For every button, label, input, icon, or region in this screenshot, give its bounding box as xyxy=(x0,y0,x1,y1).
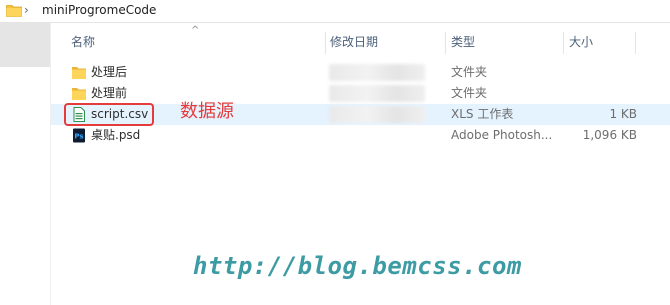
column-divider[interactable] xyxy=(635,32,636,54)
column-header-name[interactable]: 名称 xyxy=(71,30,95,54)
folder-icon xyxy=(72,88,86,100)
file-row[interactable]: 处理前 文件夹 xyxy=(51,83,670,104)
svg-text:Ps: Ps xyxy=(74,133,83,141)
annotation-label: 数据源 xyxy=(180,101,234,122)
navigation-pane-selected-item[interactable] xyxy=(0,23,50,67)
file-name: 桌贴.psd xyxy=(91,128,141,142)
file-name: 处理后 xyxy=(91,65,128,79)
file-size: 1,096 KB xyxy=(582,128,637,142)
sort-ascending-icon: ^ xyxy=(191,25,200,36)
address-bar[interactable]: › miniProgromeCode xyxy=(0,0,670,23)
folder-icon xyxy=(72,67,86,79)
folder-icon xyxy=(6,5,22,17)
column-divider[interactable] xyxy=(445,32,446,54)
column-header-size[interactable]: 大小 xyxy=(569,30,593,54)
watermark: http://blog.bemcss.com xyxy=(193,252,522,280)
file-type: 文件夹 xyxy=(451,86,488,100)
column-divider[interactable] xyxy=(563,32,564,54)
modified-date-blurred xyxy=(329,85,425,102)
breadcrumb-separator: › xyxy=(24,3,29,17)
file-size: 1 KB xyxy=(609,107,637,121)
modified-date-blurred xyxy=(329,64,425,81)
file-row[interactable]: Ps 桌贴.psd Adobe Photosh... 1,096 KB xyxy=(51,125,670,146)
file-type: 文件夹 xyxy=(451,65,488,79)
column-header-row: ^ 名称 修改日期 类型 大小 xyxy=(51,25,670,54)
column-divider[interactable] xyxy=(325,32,326,54)
file-explorer-window: › miniProgromeCode ^ 名称 修改日期 类型 大小 处理后 文… xyxy=(0,0,670,305)
breadcrumb-path[interactable]: miniProgromeCode xyxy=(42,3,156,17)
file-type: Adobe Photosh... xyxy=(451,128,553,142)
column-header-type[interactable]: 类型 xyxy=(451,30,475,54)
column-header-modified[interactable]: 修改日期 xyxy=(330,30,378,54)
file-row[interactable]: 处理后 文件夹 xyxy=(51,62,670,83)
modified-date-blurred xyxy=(329,106,425,123)
file-name: 处理前 xyxy=(91,86,128,100)
annotation-highlight-box xyxy=(64,103,154,126)
file-type: XLS 工作表 xyxy=(451,107,514,121)
psd-file-icon: Ps xyxy=(73,128,85,143)
